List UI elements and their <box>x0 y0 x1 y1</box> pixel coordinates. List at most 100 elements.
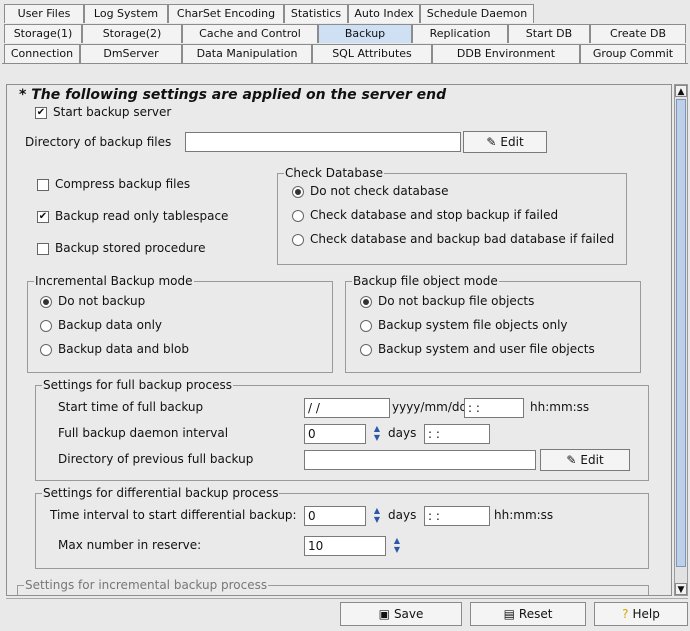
tab-dmserver[interactable]: DmServer <box>80 44 182 63</box>
tab-sql-attributes[interactable]: SQL Attributes <box>312 44 432 63</box>
tab-connection[interactable]: Connection <box>4 44 80 63</box>
check-db-radio-backup-bad[interactable] <box>292 234 304 246</box>
tab-ddb-environment[interactable]: DDB Environment <box>432 44 580 63</box>
incremental-option: Do not backup <box>58 294 146 308</box>
incremental-mode-title: Incremental Backup mode <box>34 274 194 288</box>
readonly-tablespace-checkbox[interactable]: ✔ <box>37 211 49 223</box>
compress-checkbox[interactable] <box>37 179 49 191</box>
time-format-label: hh:mm:ss <box>530 400 590 414</box>
tab-storage-1[interactable]: Storage(1) <box>4 24 82 43</box>
backup-settings-panel: * The following settings are applied on … <box>6 84 672 596</box>
file-object-mode-title: Backup file object mode <box>352 274 499 288</box>
start-backup-server-label: Start backup server <box>53 105 172 119</box>
full-backup-title: Settings for full backup process <box>42 378 233 392</box>
scroll-up-icon[interactable]: ▲ <box>675 85 687 97</box>
check-db-radio-none[interactable] <box>292 186 304 198</box>
full-interval-spinner[interactable]: ▲ ▼ <box>368 424 386 444</box>
reset-button[interactable]: ▤ Reset <box>470 602 586 626</box>
edit-prev-dir-button[interactable]: ✎ Edit <box>540 449 630 471</box>
differential-backup-title: Settings for differential backup process <box>42 486 280 500</box>
tab-create-db[interactable]: Create DB <box>590 24 686 43</box>
check-db-option: Check database and backup bad database i… <box>310 232 615 246</box>
readonly-tablespace-label: Backup read only tablespace <box>55 209 229 223</box>
file-object-radio-none[interactable] <box>360 296 372 308</box>
file-object-radio-system-user[interactable] <box>360 344 372 356</box>
days-label: days <box>388 426 417 440</box>
full-start-date-input[interactable]: / / <box>304 398 390 418</box>
save-label: Save <box>393 607 424 621</box>
tab-data-manipulation[interactable]: Data Manipulation <box>182 44 312 63</box>
diff-interval-spinner[interactable]: ▲ ▼ <box>368 506 386 526</box>
file-object-option: Do not backup file objects <box>378 294 535 308</box>
button-bar: ▣ Save ▤ Reset ? Help <box>6 598 688 628</box>
full-interval-label: Full backup daemon interval <box>58 426 229 440</box>
full-backup-group: Settings for full backup process Start t… <box>35 378 649 481</box>
tab-start-db[interactable]: Start DB <box>508 24 590 43</box>
max-reserve-label: Max number in reserve: <box>58 538 202 552</box>
start-backup-server-checkbox[interactable]: ✔ <box>35 107 47 119</box>
diff-interval-input[interactable]: 0 <box>304 506 366 526</box>
stored-procedure-label: Backup stored procedure <box>55 241 206 255</box>
max-reserve-spinner[interactable]: ▲ ▼ <box>388 536 406 556</box>
full-start-time-input[interactable]: : : <box>464 398 524 418</box>
max-reserve-input[interactable]: 10 <box>304 536 386 556</box>
file-object-mode-group: Backup file object mode Do not backup fi… <box>345 274 641 373</box>
reset-icon: ▤ <box>503 607 515 621</box>
file-object-radio-system[interactable] <box>360 320 372 332</box>
diff-interval-label: Time interval to start differential back… <box>50 508 297 522</box>
help-icon: ? <box>622 607 629 621</box>
incremental-settings-title: Settings for incremental backup process <box>24 578 269 592</box>
scroll-thumb[interactable] <box>676 99 686 567</box>
incremental-radio-data[interactable] <box>40 320 52 332</box>
tab-statistics[interactable]: Statistics <box>284 4 348 23</box>
date-format-label: yyyy/mm/dd <box>392 400 468 414</box>
edit-label: Edit <box>580 453 604 467</box>
check-database-group: Check Database Do not check database Che… <box>277 166 627 265</box>
full-interval-time-input[interactable]: : : <box>424 424 490 444</box>
incremental-mode-group: Incremental Backup mode Do not backup Ba… <box>27 274 333 373</box>
differential-backup-group: Settings for differential backup process… <box>35 486 649 569</box>
edit-backup-dir-button[interactable]: ✎ Edit <box>463 131 547 153</box>
check-database-title: Check Database <box>284 166 384 180</box>
full-start-label: Start time of full backup <box>58 400 204 414</box>
tab-storage-2[interactable]: Storage(2) <box>82 24 182 43</box>
diff-interval-time-input[interactable]: : : <box>424 506 490 526</box>
check-db-radio-stop[interactable] <box>292 210 304 222</box>
help-label: Help <box>632 607 660 621</box>
compress-label: Compress backup files <box>55 177 191 191</box>
check-db-option: Do not check database <box>310 184 449 198</box>
incremental-option: Backup data and blob <box>58 342 189 356</box>
tab-auto-index[interactable]: Auto Index <box>348 4 420 23</box>
tab-user-files[interactable]: User Files <box>4 4 84 23</box>
time-format-label: hh:mm:ss <box>494 508 554 522</box>
edit-label: Edit <box>500 135 524 149</box>
pencil-icon: ✎ <box>486 135 497 149</box>
save-button[interactable]: ▣ Save <box>340 602 462 626</box>
backup-dir-input[interactable] <box>185 132 461 152</box>
tab-replication[interactable]: Replication <box>412 24 508 43</box>
vertical-scrollbar[interactable]: ▲ ▼ <box>674 84 688 596</box>
tab-cache-and-control[interactable]: Cache and Control <box>182 24 318 43</box>
help-button[interactable]: ? Help <box>594 602 688 626</box>
backup-dir-label: Directory of backup files <box>25 135 172 149</box>
scroll-down-icon[interactable]: ▼ <box>675 583 687 595</box>
prev-full-dir-input[interactable] <box>304 450 536 470</box>
tab-backup[interactable]: Backup <box>318 24 412 43</box>
file-object-option: Backup system and user file objects <box>378 342 595 356</box>
reset-label: Reset <box>518 607 553 621</box>
tab-group-commit[interactable]: Group Commit <box>580 44 686 63</box>
prev-full-dir-label: Directory of previous full backup <box>58 452 254 466</box>
days-label: days <box>388 508 417 522</box>
file-object-option: Backup system file objects only <box>378 318 568 332</box>
incremental-radio-data-blob[interactable] <box>40 344 52 356</box>
tab-log-system[interactable]: Log System <box>84 4 168 23</box>
save-icon: ▣ <box>378 607 390 621</box>
tab-charset-encoding[interactable]: CharSet Encoding <box>168 4 284 23</box>
full-interval-input[interactable]: 0 <box>304 424 366 444</box>
tab-schedule-daemon[interactable]: Schedule Daemon <box>420 4 534 23</box>
check-db-option: Check database and stop backup if failed <box>310 208 559 222</box>
incremental-settings-group: Settings for incremental backup process <box>17 578 649 595</box>
incremental-option: Backup data only <box>58 318 163 332</box>
stored-procedure-checkbox[interactable] <box>37 243 49 255</box>
incremental-radio-none[interactable] <box>40 296 52 308</box>
